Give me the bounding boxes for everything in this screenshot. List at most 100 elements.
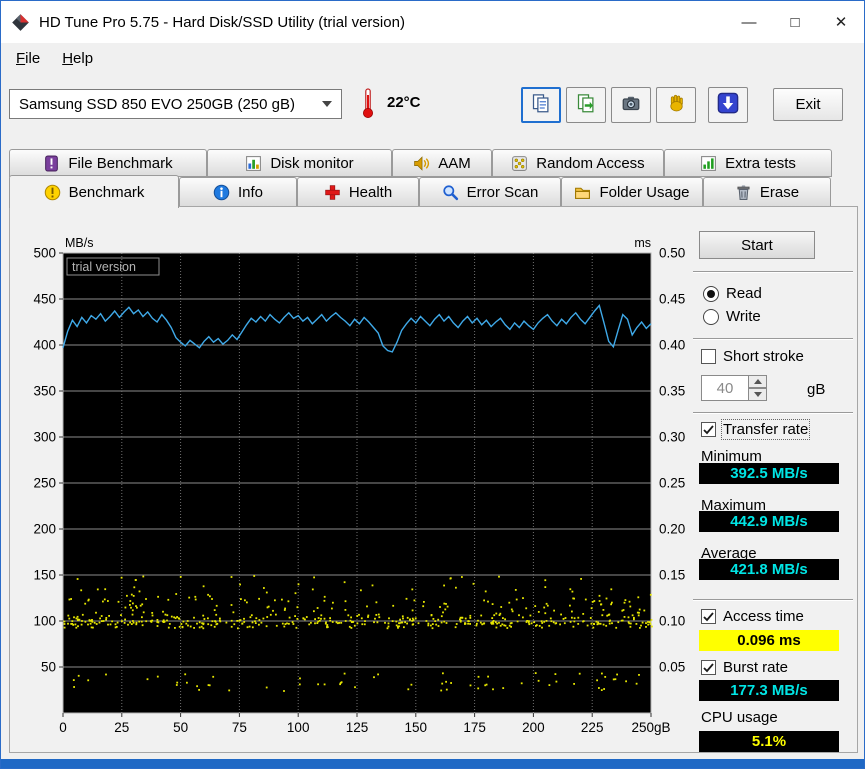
benchmark-icon [44, 184, 61, 201]
svg-text:MB/s: MB/s [65, 236, 93, 250]
toolbar: Samsung SSD 850 EVO 250GB (250 gB) 22°C [1, 73, 864, 135]
window-title: HD Tune Pro 5.75 - Hard Disk/SSD Utility… [39, 13, 405, 31]
tab-extra-tests[interactable]: Extra tests [664, 149, 832, 177]
svg-text:75: 75 [232, 720, 247, 735]
camera-icon [621, 93, 641, 117]
svg-text:300: 300 [33, 430, 56, 445]
svg-text:125: 125 [346, 720, 369, 735]
svg-text:0.05: 0.05 [659, 660, 685, 675]
start-button[interactable]: Start [699, 231, 815, 259]
checkbox-unchecked-icon [701, 349, 716, 364]
copy-text-button[interactable] [521, 87, 561, 123]
radio-selected-icon [703, 285, 719, 302]
exit-button[interactable]: Exit [773, 88, 843, 121]
tab-disk-monitor[interactable]: Disk monitor [207, 149, 392, 177]
svg-text:0.25: 0.25 [659, 476, 685, 491]
write-radio-label: Write [726, 308, 761, 325]
tab-label: Error Scan [466, 183, 539, 201]
close-button[interactable]: ✕ [818, 1, 864, 43]
cpu-usage-label: CPU usage [701, 709, 778, 726]
access-time-label: Access time [723, 608, 804, 625]
error-scan-magnifier-icon [442, 184, 459, 201]
tab-label: Folder Usage [599, 183, 690, 201]
svg-text:175: 175 [463, 720, 486, 735]
svg-text:200: 200 [522, 720, 545, 735]
tab-info[interactable]: Info [179, 177, 297, 207]
svg-text:0.15: 0.15 [659, 568, 685, 583]
arrow-up-icon [753, 379, 762, 384]
download-button[interactable] [708, 87, 748, 123]
svg-text:250gB: 250gB [631, 720, 670, 735]
aam-speaker-icon [413, 155, 430, 172]
short-stroke-checkbox[interactable]: Short stroke [701, 348, 804, 365]
transfer-rate-label: Transfer rate [720, 419, 811, 440]
svg-text:250: 250 [33, 476, 56, 491]
menu-file[interactable]: File [5, 46, 51, 71]
random-access-dice-icon [511, 155, 528, 172]
svg-text:100: 100 [33, 614, 56, 629]
tab-aam[interactable]: AAM [392, 149, 492, 177]
svg-text:0: 0 [59, 720, 67, 735]
disk-monitor-icon [245, 155, 262, 172]
tab-health[interactable]: Health [297, 177, 419, 207]
tab-label: File Benchmark [68, 154, 173, 172]
menubar: File Help [1, 43, 864, 73]
drag-hand-button[interactable] [656, 87, 696, 123]
tab-label: Extra tests [725, 154, 796, 172]
spin-up-button[interactable] [749, 375, 767, 388]
svg-text:ms: ms [634, 236, 651, 250]
svg-text:0.10: 0.10 [659, 614, 685, 629]
radio-unselected-icon [703, 308, 719, 325]
tab-erase[interactable]: Erase [703, 177, 831, 207]
spin-down-button[interactable] [749, 388, 767, 401]
transfer-rate-checkbox[interactable]: Transfer rate [701, 419, 811, 440]
minimize-button[interactable]: — [726, 1, 772, 43]
minimum-value: 392.5 MB/s [699, 463, 839, 484]
burst-rate-value: 177.3 MB/s [699, 680, 839, 701]
hand-icon [666, 93, 686, 117]
checkbox-checked-icon [701, 422, 716, 437]
tab-label: Benchmark [68, 183, 145, 201]
svg-text:100: 100 [287, 720, 310, 735]
tab-label: Health [348, 183, 393, 201]
benchmark-chart: 500 0.50450 0.45400 0.40350 0.35300 0.30250 0.… [33, 236, 685, 735]
tab-file-benchmark[interactable]: File Benchmark [9, 149, 207, 177]
svg-text:150: 150 [405, 720, 428, 735]
svg-text:50: 50 [173, 720, 188, 735]
svg-text:150: 150 [33, 568, 56, 583]
tab-error-scan[interactable]: Error Scan [419, 177, 561, 207]
cpu-usage-value: 5.1% [699, 731, 839, 752]
info-icon [213, 184, 230, 201]
extra-tests-icon [700, 155, 717, 172]
access-time-checkbox[interactable]: Access time [701, 608, 804, 625]
burst-rate-label: Burst rate [723, 659, 789, 676]
screenshot-button[interactable] [611, 87, 651, 123]
tab-folder-usage[interactable]: Folder Usage [561, 177, 703, 207]
burst-rate-checkbox[interactable]: Burst rate [701, 659, 788, 676]
read-radio-label: Read [726, 285, 762, 302]
temperature-value: 22°C [387, 94, 421, 111]
maximum-value: 442.9 MB/s [699, 511, 839, 532]
svg-text:450: 450 [33, 292, 56, 307]
menu-help[interactable]: Help [51, 46, 104, 71]
tab-random-access[interactable]: Random Access [492, 149, 664, 177]
svg-text:trial version: trial version [72, 260, 136, 274]
tab-benchmark[interactable]: Benchmark [9, 175, 179, 208]
titlebar: HD Tune Pro 5.75 - Hard Disk/SSD Utility… [1, 1, 864, 43]
capacity-input[interactable] [701, 375, 749, 401]
svg-text:200: 200 [33, 522, 56, 537]
tab-label: Erase [759, 183, 800, 201]
write-radio[interactable]: Write [703, 308, 761, 325]
svg-text:0.45: 0.45 [659, 292, 685, 307]
svg-text:25: 25 [114, 720, 129, 735]
drive-select-dropdown[interactable]: Samsung SSD 850 EVO 250GB (250 gB) [9, 89, 342, 119]
copy-image-button[interactable] [566, 87, 606, 123]
folder-icon [574, 184, 591, 201]
read-radio[interactable]: Read [703, 285, 762, 302]
health-cross-icon [324, 184, 341, 201]
access-time-value: 0.096 ms [699, 630, 839, 651]
maximize-button[interactable]: □ [772, 1, 818, 43]
svg-text:50: 50 [41, 660, 56, 675]
arrow-down-icon [753, 392, 762, 397]
svg-text:0.35: 0.35 [659, 384, 685, 399]
